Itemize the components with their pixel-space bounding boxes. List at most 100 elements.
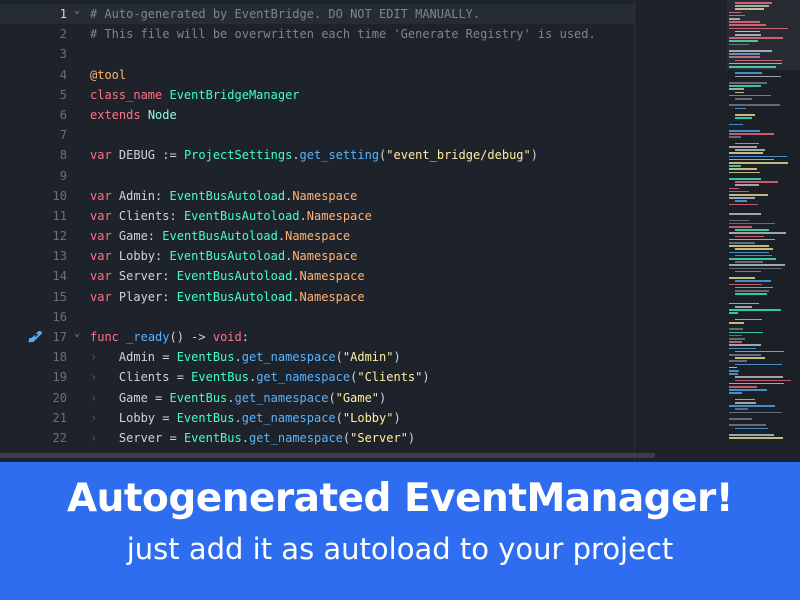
code-line[interactable]: 7 (0, 125, 634, 145)
code-line[interactable]: 8 var DEBUG := ProjectSettings.get_settin… (0, 145, 634, 165)
code-text: var Server: EventBusAutoload.Namespace (90, 266, 365, 286)
code-line[interactable]: 20 › Game = EventBus.get_namespace("Game"… (0, 388, 634, 408)
code-token: EventBusAutoload (176, 269, 293, 284)
minimap-line (729, 82, 768, 84)
code-token: "event_bridge/debug" (386, 148, 531, 163)
code-line[interactable]: 12 var Game: EventBusAutoload.Namespace (0, 226, 634, 246)
code-token: class_name (90, 87, 163, 102)
code-token: "Server" (350, 430, 408, 445)
code-token: Game = (118, 390, 170, 405)
method-override-icon[interactable] (28, 331, 42, 343)
code-line[interactable]: 17 ⌄ func _ready() -> void: (0, 327, 634, 347)
line-number: 21 (52, 410, 67, 425)
code-token: Namespace (299, 269, 365, 284)
tab-indent-icon: › (90, 390, 119, 405)
minimap-line (729, 312, 738, 314)
minimap-line (735, 402, 756, 404)
code-token: _ready (126, 330, 170, 344)
code-line[interactable]: 21 › Lobby = EventBus.get_namespace("Lobb… (0, 408, 634, 428)
line-number: 22 (52, 430, 67, 445)
code-token: . (234, 410, 242, 425)
minimap-line (729, 411, 783, 414)
chevron-down-icon[interactable]: ⌄ (74, 324, 80, 344)
minimap-line (735, 318, 763, 321)
code-token: var (90, 148, 112, 163)
minimap-line (729, 203, 758, 206)
minimap[interactable] (727, 0, 800, 440)
line-number: 8 (59, 148, 67, 163)
minimap-line (735, 376, 783, 378)
code-line[interactable]: 11 var Clients: EventBusAutoload.Namespac… (0, 206, 634, 226)
code-text: # This file will be overwritten each tim… (90, 24, 596, 44)
line-number: 10 (52, 188, 67, 203)
minimap-line (729, 85, 761, 87)
minimap-line (735, 91, 745, 94)
minimap-line (729, 133, 775, 135)
code-line[interactable]: 2 # This file will be overwritten each ti… (0, 24, 634, 44)
code-editor[interactable]: 1 ⌄ # Auto-generated by EventBridge. DO NO… (0, 0, 800, 462)
line-length-guide (634, 0, 635, 462)
code-token: get_namespace (234, 390, 329, 405)
minimap-line (729, 283, 763, 286)
minimap-line (729, 389, 767, 391)
minimap-line (729, 251, 769, 254)
code-token: Admin: (111, 188, 170, 203)
code-line[interactable]: 4 @tool (0, 65, 634, 85)
code-area[interactable]: 1 ⌄ # Auto-generated by EventBridge. DO NO… (0, 4, 634, 462)
minimap-line (729, 242, 756, 244)
code-token: EventBus (176, 410, 235, 425)
code-line[interactable]: 5 class_name EventBridgeManager (0, 85, 634, 105)
minimap-line (735, 107, 746, 110)
minimap-line (729, 130, 761, 132)
code-token: var (90, 249, 112, 264)
minimap-line (729, 171, 761, 174)
line-number: 18 (52, 350, 67, 365)
code-token: . (292, 148, 300, 163)
code-line[interactable]: 22 › Server = EventBus.get_namespace("Ser… (0, 428, 634, 448)
minimap-line (729, 338, 745, 340)
code-line[interactable]: 1 ⌄ # Auto-generated by EventBridge. DO NO… (0, 4, 634, 25)
code-token: . (292, 269, 300, 284)
minimap-line (729, 302, 760, 305)
code-token: var (90, 208, 112, 223)
minimap-line (735, 184, 760, 186)
code-token: ) (393, 350, 401, 365)
line-number: 14 (52, 269, 67, 284)
code-token: var (90, 289, 112, 304)
code-line[interactable]: 9 (0, 166, 634, 186)
chevron-down-icon[interactable]: ⌄ (74, 4, 80, 21)
minimap-line (729, 382, 785, 385)
minimap-line (729, 392, 742, 394)
code-line[interactable]: 16 (0, 307, 634, 327)
minimap-line (729, 258, 776, 260)
line-number: 16 (52, 309, 67, 324)
minimap-viewport[interactable] (727, 0, 800, 70)
code-line[interactable]: 6 extends Node (0, 105, 634, 125)
code-token: () -> (169, 330, 213, 344)
minimap-line (729, 158, 774, 161)
code-text: extends Node (90, 105, 177, 125)
tab-indent-icon: › (90, 410, 119, 425)
code-token: var (90, 269, 112, 284)
code-token: "Clients" (357, 370, 423, 385)
code-line[interactable]: 10 var Admin: EventBusAutoload.Namespace (0, 186, 634, 206)
code-text: › Clients = EventBus.get_namespace("Clie… (90, 367, 430, 387)
code-line[interactable]: 14 var Server: EventBusAutoload.Namespace (0, 266, 634, 286)
code-line[interactable]: 3 (0, 44, 634, 64)
code-token: @tool (90, 67, 127, 82)
line-number: 11 (52, 208, 67, 223)
code-line[interactable]: 15 var Player: EventBusAutoload.Namespace (0, 287, 634, 307)
minimap-line (735, 270, 761, 273)
code-line[interactable]: 13 var Lobby: EventBusAutoload.Namespace (0, 246, 634, 266)
code-line[interactable]: 19 › Clients = EventBus.get_namespace("Cl… (0, 367, 634, 387)
minimap-line (729, 222, 775, 225)
code-line[interactable]: 18 › Admin = EventBus.get_namespace("Admi… (0, 347, 634, 367)
code-token: EventBus (191, 370, 249, 385)
minimap-line (729, 418, 753, 420)
code-token: var (90, 188, 112, 203)
horizontal-scrollbar[interactable] (0, 453, 655, 458)
tab-indent-icon: › (90, 430, 119, 445)
code-token: . (241, 430, 249, 445)
code-token: EventBusAutoload (169, 188, 286, 203)
code-text: class_name EventBridgeManager (90, 85, 300, 105)
